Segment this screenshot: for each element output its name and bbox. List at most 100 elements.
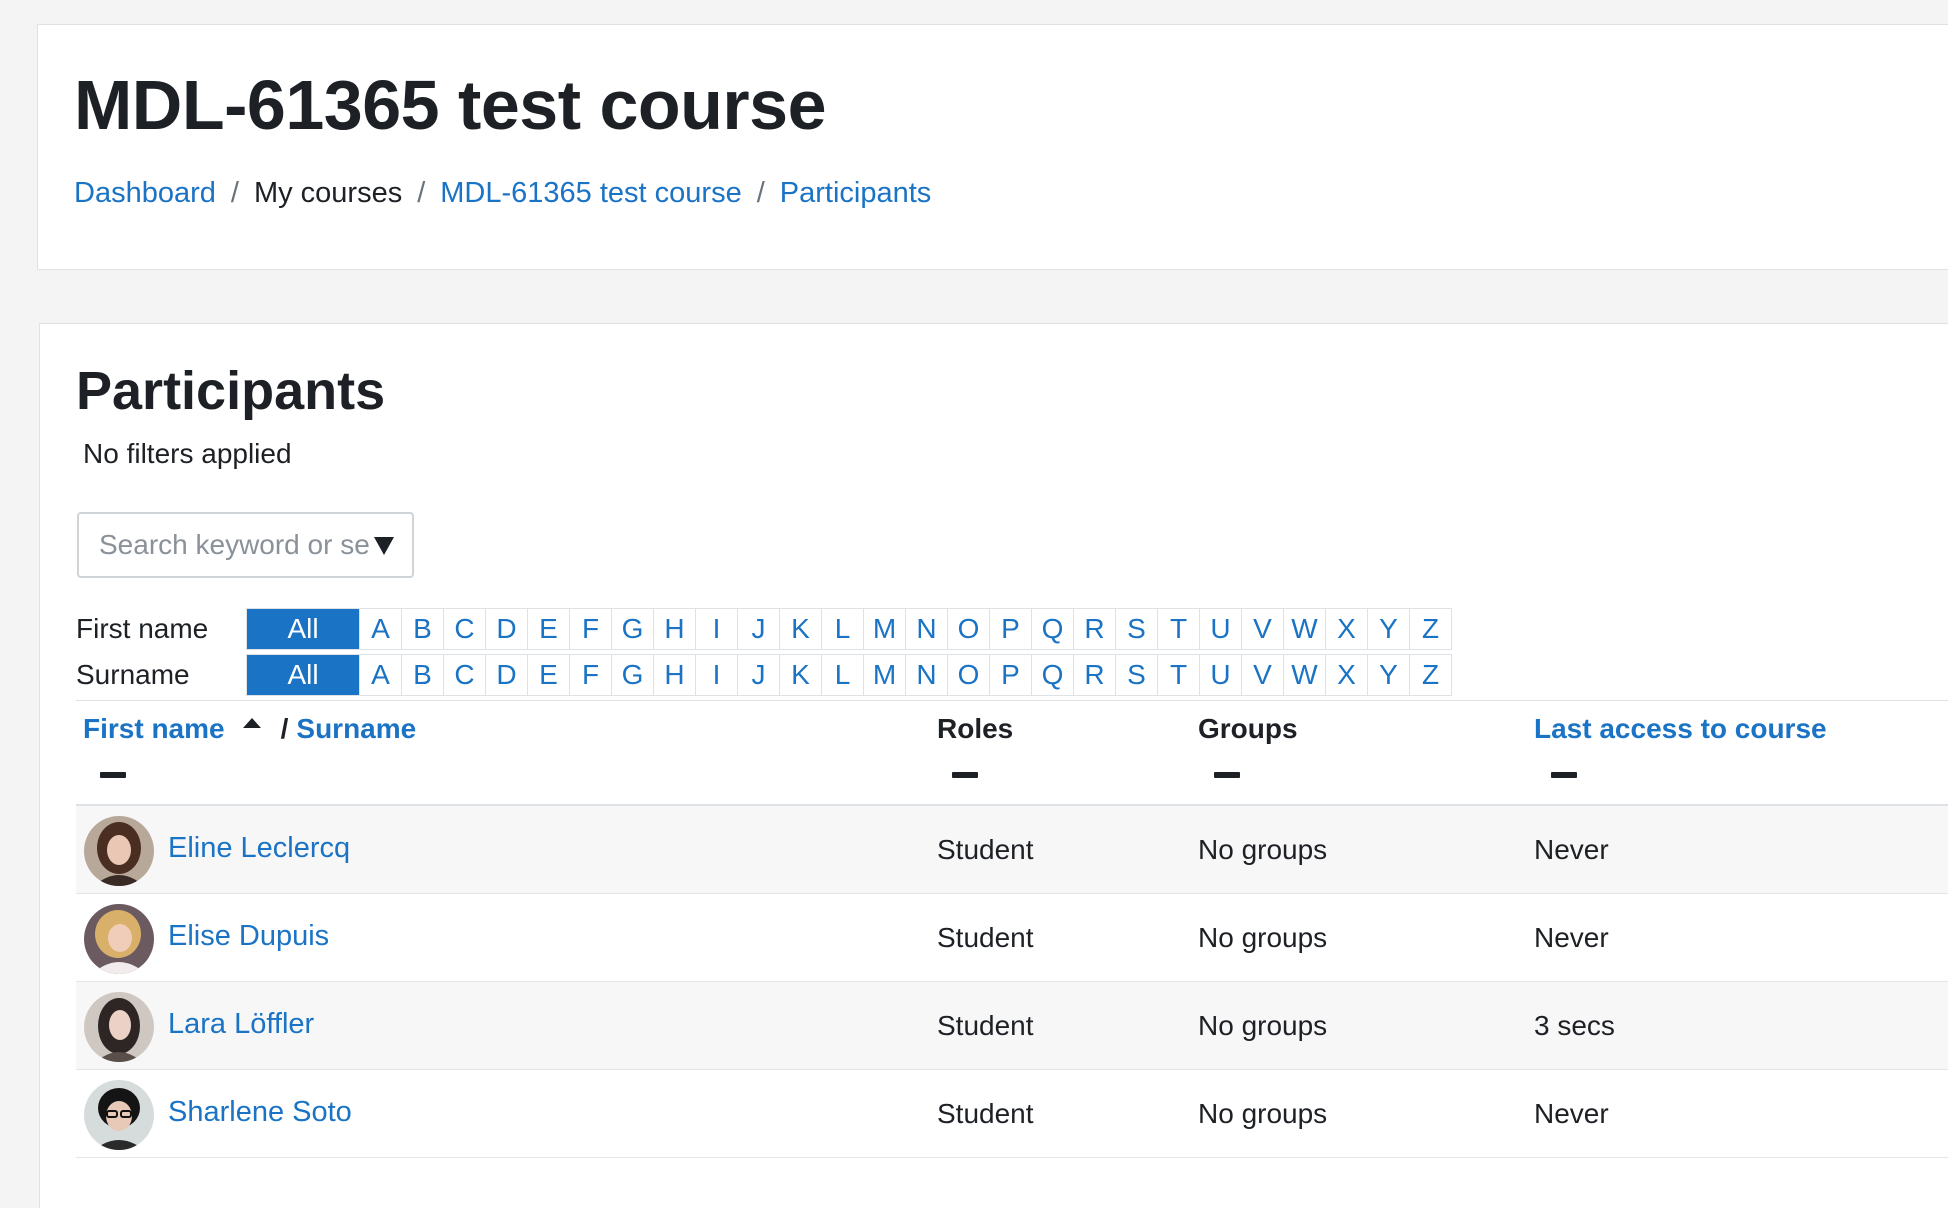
first-name-initial-e[interactable]: E <box>527 609 569 649</box>
first-name-initial-b[interactable]: B <box>401 609 443 649</box>
participants-table-body: Eline Leclercq Student No groups Never E… <box>76 806 1948 1158</box>
breadcrumb-participants[interactable]: Participants <box>780 177 932 210</box>
search-input[interactable] <box>79 514 369 576</box>
page-heading: Participants <box>76 361 386 421</box>
surname-initial-p[interactable]: P <box>989 655 1031 695</box>
surname-initial-all[interactable]: All <box>247 655 359 695</box>
participant-groups[interactable]: No groups <box>1198 834 1327 866</box>
first-name-initial-all[interactable]: All <box>247 609 359 649</box>
first-name-initial-p[interactable]: P <box>989 609 1031 649</box>
collapse-icon[interactable] <box>100 772 126 778</box>
surname-initial-d[interactable]: D <box>485 655 527 695</box>
surname-initial-x[interactable]: X <box>1325 655 1367 695</box>
table-row: Elise Dupuis Student No groups Never <box>76 894 1948 982</box>
first-name-initials-bar: All ABCDEFGHIJKLMNOPQRSTUVWXYZ <box>246 608 1452 650</box>
first-name-initial-s[interactable]: S <box>1115 609 1157 649</box>
user-avatar[interactable] <box>84 816 154 886</box>
collapse-icon[interactable] <box>1214 772 1240 778</box>
surname-initial-h[interactable]: H <box>653 655 695 695</box>
surname-initial-m[interactable]: M <box>863 655 905 695</box>
participant-role[interactable]: Student <box>937 1098 1034 1130</box>
first-name-initial-c[interactable]: C <box>443 609 485 649</box>
surname-initial-f[interactable]: F <box>569 655 611 695</box>
first-name-initial-a[interactable]: A <box>359 609 401 649</box>
surname-initial-k[interactable]: K <box>779 655 821 695</box>
participants-region: Participants No filters applied First na… <box>39 323 1948 1208</box>
first-name-initial-i[interactable]: I <box>695 609 737 649</box>
search-filter-box[interactable] <box>77 512 414 578</box>
surname-initial-j[interactable]: J <box>737 655 779 695</box>
first-name-initial-f[interactable]: F <box>569 609 611 649</box>
first-name-initial-n[interactable]: N <box>905 609 947 649</box>
user-avatar[interactable] <box>84 1080 154 1150</box>
surname-initial-o[interactable]: O <box>947 655 989 695</box>
first-name-initial-u[interactable]: U <box>1199 609 1241 649</box>
surname-initial-c[interactable]: C <box>443 655 485 695</box>
roles-column-header: Roles <box>937 713 1014 744</box>
caret-down-icon[interactable] <box>374 537 394 555</box>
user-avatar[interactable] <box>84 904 154 974</box>
breadcrumb-separator: / <box>756 177 765 209</box>
participant-name-link[interactable]: Elise Dupuis <box>168 920 329 953</box>
participant-last-access: Never <box>1534 922 1609 953</box>
surname-initial-l[interactable]: L <box>821 655 863 695</box>
surname-initial-z[interactable]: Z <box>1409 655 1451 695</box>
participant-role[interactable]: Student <box>937 834 1034 866</box>
surname-initials-bar: All ABCDEFGHIJKLMNOPQRSTUVWXYZ <box>246 654 1452 696</box>
surname-initial-v[interactable]: V <box>1241 655 1283 695</box>
participant-groups[interactable]: No groups <box>1198 1098 1327 1130</box>
surname-initial-n[interactable]: N <box>905 655 947 695</box>
surname-initial-b[interactable]: B <box>401 655 443 695</box>
sort-surname-link[interactable]: Surname <box>296 713 416 745</box>
first-name-initial-r[interactable]: R <box>1073 609 1115 649</box>
first-name-initial-k[interactable]: K <box>779 609 821 649</box>
participant-role[interactable]: Student <box>937 922 1034 954</box>
first-name-initials-label: First name <box>76 613 209 644</box>
sort-first-name-link[interactable]: First name <box>83 713 225 745</box>
course-title: MDL-61365 test course <box>74 66 827 144</box>
first-name-initial-x[interactable]: X <box>1325 609 1367 649</box>
first-name-initial-v[interactable]: V <box>1241 609 1283 649</box>
first-name-initial-w[interactable]: W <box>1283 609 1325 649</box>
table-row: Sharlene Soto Student No groups Never <box>76 1070 1948 1158</box>
breadcrumb-dashboard[interactable]: Dashboard <box>74 177 216 210</box>
first-name-initial-j[interactable]: J <box>737 609 779 649</box>
surname-initial-q[interactable]: Q <box>1031 655 1073 695</box>
first-name-initial-g[interactable]: G <box>611 609 653 649</box>
first-name-initial-l[interactable]: L <box>821 609 863 649</box>
collapse-icon[interactable] <box>952 772 978 778</box>
surname-initials-label: Surname <box>76 659 190 690</box>
participant-groups[interactable]: No groups <box>1198 922 1327 954</box>
participant-role[interactable]: Student <box>937 1010 1034 1042</box>
breadcrumb-separator: / <box>417 177 426 209</box>
collapse-icon[interactable] <box>1551 772 1577 778</box>
first-name-initial-m[interactable]: M <box>863 609 905 649</box>
sort-last-access-link[interactable]: Last access to course <box>1534 713 1827 745</box>
first-name-initial-h[interactable]: H <box>653 609 695 649</box>
surname-initial-y[interactable]: Y <box>1367 655 1409 695</box>
surname-initial-u[interactable]: U <box>1199 655 1241 695</box>
surname-initial-e[interactable]: E <box>527 655 569 695</box>
participant-name-link[interactable]: Eline Leclercq <box>168 832 350 865</box>
table-row: Lara Löffler Student No groups 3 secs <box>76 982 1948 1070</box>
surname-initial-t[interactable]: T <box>1157 655 1199 695</box>
first-name-initials: First name All ABCDEFGHIJKLMNOPQRSTUVWXY… <box>76 608 1452 650</box>
first-name-initial-q[interactable]: Q <box>1031 609 1073 649</box>
breadcrumb-course[interactable]: MDL-61365 test course <box>440 177 741 210</box>
first-name-initial-d[interactable]: D <box>485 609 527 649</box>
participant-groups[interactable]: No groups <box>1198 1010 1327 1042</box>
surname-initial-a[interactable]: A <box>359 655 401 695</box>
surname-initial-i[interactable]: I <box>695 655 737 695</box>
participant-name-link[interactable]: Sharlene Soto <box>168 1096 352 1129</box>
surname-initial-w[interactable]: W <box>1283 655 1325 695</box>
first-name-initial-t[interactable]: T <box>1157 609 1199 649</box>
surname-initial-g[interactable]: G <box>611 655 653 695</box>
first-name-initial-z[interactable]: Z <box>1409 609 1451 649</box>
first-name-initial-y[interactable]: Y <box>1367 609 1409 649</box>
participant-name-link[interactable]: Lara Löffler <box>168 1008 314 1041</box>
first-name-initial-o[interactable]: O <box>947 609 989 649</box>
participant-last-access: 3 secs <box>1534 1010 1615 1041</box>
surname-initial-r[interactable]: R <box>1073 655 1115 695</box>
surname-initial-s[interactable]: S <box>1115 655 1157 695</box>
user-avatar[interactable] <box>84 992 154 1062</box>
